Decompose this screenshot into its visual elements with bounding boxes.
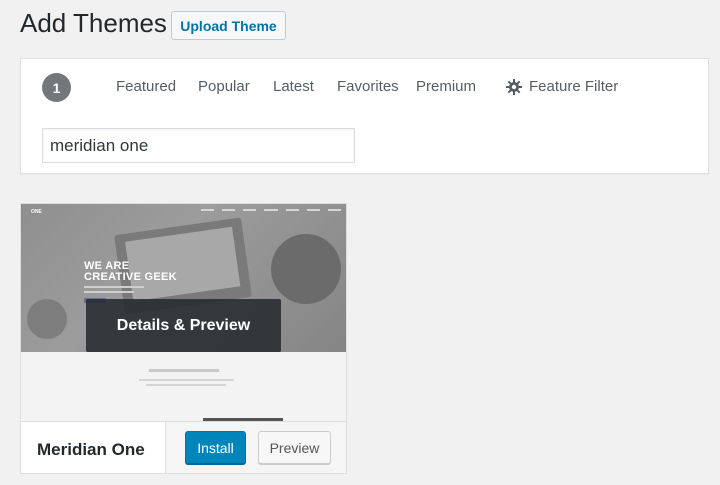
headline-line-2: CREATIVE GEEK: [84, 271, 177, 283]
screenshot-logo: ONE: [31, 209, 42, 215]
details-preview-overlay[interactable]: Details & Preview: [86, 299, 281, 352]
feature-filter-link[interactable]: Feature Filter: [529, 78, 618, 95]
install-button[interactable]: Install: [185, 431, 246, 464]
screenshot-nav: [201, 209, 341, 212]
theme-card[interactable]: ONE WE ARE CREATIVE GEEK Details & Previ…: [20, 203, 347, 474]
page-title: Add Themes: [20, 8, 167, 38]
theme-name: Meridian One: [37, 440, 145, 459]
cup-image: [27, 299, 67, 339]
filter-tabs: Featured Popular Latest Favorites Premiu…: [0, 78, 720, 98]
upload-theme-button[interactable]: Upload Theme: [171, 11, 286, 40]
screenshot-headline: WE ARE CREATIVE GEEK: [84, 261, 177, 283]
tab-favorites[interactable]: Favorites: [337, 78, 399, 95]
theme-card-footer: Meridian One Install Preview: [21, 421, 346, 473]
tab-latest[interactable]: Latest: [273, 78, 314, 95]
gear-icon[interactable]: [506, 79, 522, 95]
screenshot-subheading: [149, 369, 219, 372]
screenshot-text-line: [84, 286, 144, 288]
tab-featured[interactable]: Featured: [116, 78, 176, 95]
theme-screenshot[interactable]: ONE WE ARE CREATIVE GEEK Details & Previ…: [21, 204, 346, 421]
plant-image: [271, 234, 341, 304]
preview-button[interactable]: Preview: [258, 431, 331, 464]
screenshot-text-line: [146, 384, 226, 386]
screenshot-text-line: [84, 291, 134, 293]
theme-search-input[interactable]: [42, 128, 355, 163]
tab-premium[interactable]: Premium: [416, 78, 476, 95]
tab-popular[interactable]: Popular: [198, 78, 250, 95]
screenshot-text-line: [139, 379, 234, 381]
theme-actions: Install Preview: [165, 422, 346, 473]
screenshot-lower: [21, 352, 346, 421]
